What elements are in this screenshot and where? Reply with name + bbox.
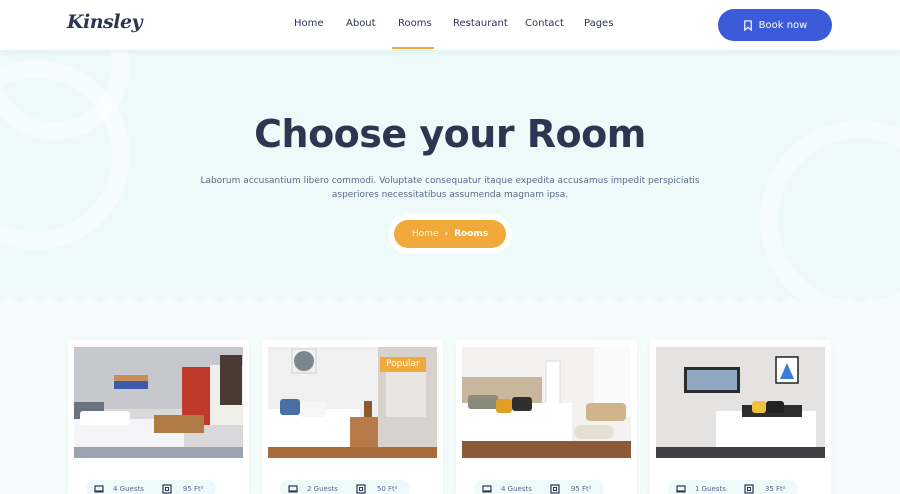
bed-icon — [94, 485, 104, 493]
room-card[interactable] — [456, 340, 637, 494]
active-nav-indicator — [392, 47, 434, 49]
book-now-label: Book now — [758, 19, 808, 31]
nav-about[interactable]: About — [346, 18, 376, 29]
nav-contact[interactable]: Contact — [525, 18, 564, 29]
guests-label: 4 Guests — [113, 485, 144, 493]
breadcrumb-home-link[interactable]: Home — [412, 229, 439, 239]
room-meta: 4 Guests 95 Ft² — [482, 482, 592, 494]
breadcrumb: Home › Rooms — [394, 220, 506, 248]
page-title: Choose your Room — [254, 112, 646, 156]
size-label: 35 Ft² — [764, 485, 786, 493]
area-icon — [356, 484, 366, 494]
guests-label: 4 Guests — [501, 485, 532, 493]
room-meta: 2 Guests 50 Ft² — [288, 482, 398, 494]
bed-icon — [676, 485, 686, 493]
size-label: 50 Ft² — [376, 485, 398, 493]
room-photo[interactable] — [462, 347, 631, 458]
page-subtitle: Laborum accusantium libero commodi. Volu… — [200, 176, 700, 200]
nav-pages[interactable]: Pages — [584, 18, 613, 29]
area-icon — [162, 484, 172, 494]
area-icon — [550, 484, 560, 494]
area-icon — [744, 484, 754, 494]
nav-home[interactable]: Home — [294, 18, 324, 29]
breadcrumb-current: Rooms — [454, 229, 489, 239]
site-header: Kinsley Home About Rooms Restaurant Cont… — [0, 0, 900, 50]
guests-label: 2 Guests — [307, 485, 338, 493]
room-photo[interactable] — [74, 347, 243, 458]
room-card[interactable]: Popular — [262, 340, 443, 494]
chevron-right-icon: › — [444, 229, 449, 239]
room-meta: 4 Guests 95 Ft² — [94, 482, 204, 494]
room-card[interactable] — [68, 340, 249, 494]
bed-icon — [482, 485, 492, 493]
guests-label: 1 Guests — [695, 485, 726, 493]
room-photo[interactable] — [656, 347, 825, 458]
size-label: 95 Ft² — [570, 485, 592, 493]
size-label: 95 Ft² — [182, 485, 204, 493]
room-meta: 1 Guests 35 Ft² — [676, 482, 786, 494]
bookmark-icon — [743, 19, 752, 31]
nav-restaurant[interactable]: Restaurant — [453, 18, 508, 29]
popular-badge: Popular — [380, 357, 426, 372]
bed-icon — [288, 485, 298, 493]
room-card[interactable] — [650, 340, 831, 494]
book-now-button[interactable]: Book now — [718, 9, 832, 41]
nav-rooms[interactable]: Rooms — [398, 18, 432, 29]
